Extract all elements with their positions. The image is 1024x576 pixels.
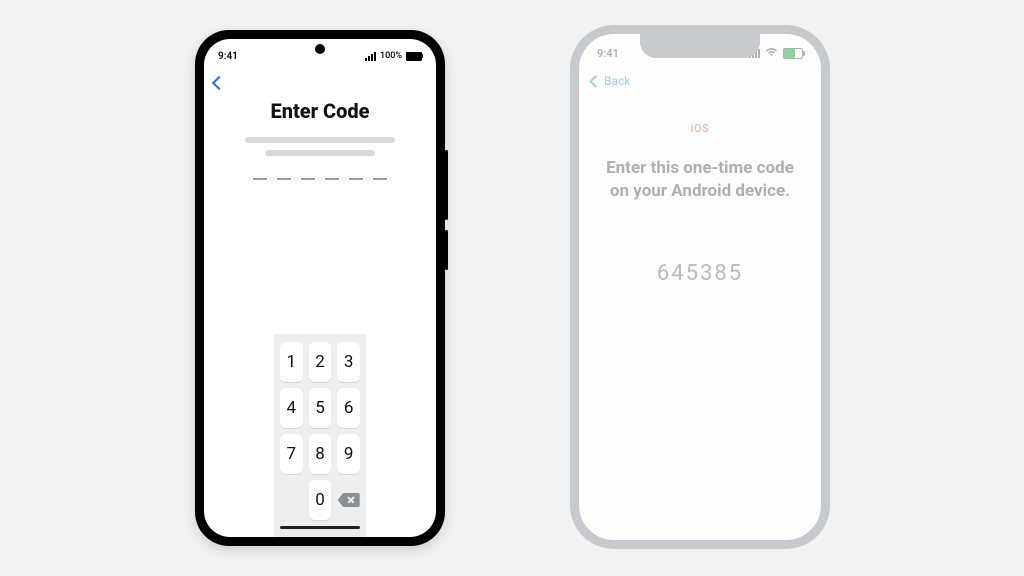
- enter-code-title: Enter Code: [270, 99, 369, 123]
- numeric-keypad: 1 2 3 4 5 6 7 8 9: [274, 334, 366, 537]
- android-phone: 9:41 100% Enter Code: [195, 30, 445, 546]
- android-home-indicator: [280, 526, 360, 529]
- back-icon[interactable]: [589, 75, 602, 88]
- code-slot: [325, 178, 339, 180]
- iphone-phone: 9:41 Back iOS Enter this one-time code o…: [570, 25, 830, 549]
- signal-icon: [365, 52, 376, 61]
- keypad-key-3[interactable]: 3: [337, 342, 360, 382]
- keypad-key-8[interactable]: 8: [309, 434, 332, 474]
- code-slot: [349, 178, 363, 180]
- subtitle-placeholder-line: [265, 150, 375, 156]
- keypad-key-9[interactable]: 9: [337, 434, 360, 474]
- iphone-notch: [640, 34, 760, 58]
- keypad-key-1[interactable]: 1: [280, 342, 303, 382]
- code-input[interactable]: [253, 178, 387, 180]
- instruction-text: Enter this one-time code on your Android…: [579, 157, 821, 203]
- code-slot: [301, 178, 315, 180]
- keypad-key-7[interactable]: 7: [280, 434, 303, 474]
- back-icon[interactable]: [212, 76, 226, 90]
- android-status-time: 9:41: [218, 51, 238, 62]
- code-slot: [373, 178, 387, 180]
- battery-icon: [406, 52, 422, 61]
- iphone-frame: 9:41 Back iOS Enter this one-time code o…: [570, 25, 830, 549]
- android-top-bar: [204, 69, 436, 97]
- android-status-right: 100%: [365, 51, 422, 61]
- subtitle-placeholder-line: [245, 137, 395, 143]
- keypad-key-4[interactable]: 4: [280, 388, 303, 428]
- keypad-key-5[interactable]: 5: [309, 388, 332, 428]
- keypad-blank: [280, 480, 303, 520]
- iphone-status-time: 9:41: [597, 47, 619, 60]
- android-camera-hole: [315, 44, 325, 54]
- iphone-nav-bar: Back: [579, 68, 821, 94]
- keypad-key-2[interactable]: 2: [309, 342, 332, 382]
- back-button-label[interactable]: Back: [604, 74, 630, 88]
- code-slot: [253, 178, 267, 180]
- keypad-key-0[interactable]: 0: [309, 480, 332, 520]
- one-time-code: 645385: [579, 261, 821, 286]
- code-slot: [277, 178, 291, 180]
- ios-subheader: iOS: [579, 122, 821, 135]
- android-content: Enter Code 1 2 3: [204, 97, 436, 537]
- wifi-icon: [765, 47, 778, 60]
- battery-icon: [783, 48, 803, 59]
- stage: 9:41 100% Enter Code: [0, 0, 1024, 576]
- backspace-icon: [338, 493, 360, 507]
- keypad-key-6[interactable]: 6: [337, 388, 360, 428]
- iphone-content: iOS Enter this one-time code on your And…: [579, 94, 821, 286]
- android-screen: 9:41 100% Enter Code: [204, 39, 436, 537]
- keypad-backspace[interactable]: [337, 480, 360, 520]
- android-battery-label: 100%: [380, 51, 402, 61]
